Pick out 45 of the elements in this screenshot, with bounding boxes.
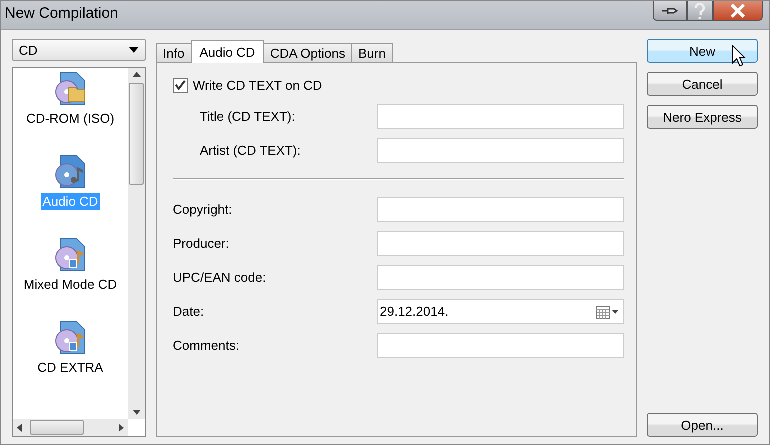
compilation-type-item[interactable]: CD-ROM (ISO) bbox=[24, 110, 117, 127]
checkbox[interactable] bbox=[173, 78, 188, 93]
field-label: Artist (CD TEXT): bbox=[200, 143, 301, 158]
tab[interactable]: CDA Options bbox=[263, 43, 352, 62]
scroll-up-icon[interactable] bbox=[132, 72, 140, 77]
dialog-button[interactable]: New bbox=[647, 39, 758, 63]
caret-icon bbox=[129, 47, 139, 53]
scroll-left-icon[interactable] bbox=[17, 424, 22, 432]
date-picker[interactable]: 29.12.2014. bbox=[377, 299, 624, 324]
window-title: New Compilation bbox=[5, 5, 118, 22]
input-field[interactable] bbox=[377, 265, 624, 290]
dialog-button[interactable]: Nero Express bbox=[647, 105, 758, 129]
pin-icon[interactable] bbox=[653, 1, 687, 21]
disc-document-icon bbox=[53, 238, 88, 272]
help-icon[interactable] bbox=[687, 1, 713, 21]
field-label: UPC/EAN code: bbox=[173, 270, 266, 285]
tab[interactable]: Info bbox=[156, 43, 192, 62]
open-button[interactable]: Open... bbox=[647, 413, 758, 437]
field-label: Producer: bbox=[173, 236, 230, 251]
compilation-type-item[interactable]: CD EXTRA bbox=[36, 359, 106, 376]
field-label: Title (CD TEXT): bbox=[200, 109, 296, 124]
checkbox-label: Write CD TEXT on CD bbox=[193, 78, 322, 93]
dialog-button[interactable]: Cancel bbox=[647, 72, 758, 96]
horizontal-scrollbar[interactable] bbox=[13, 419, 128, 436]
input-field[interactable] bbox=[377, 104, 624, 129]
vertical-scrollbar[interactable] bbox=[128, 68, 145, 419]
media-dropdown[interactable]: CD bbox=[12, 39, 146, 61]
mouse-cursor-icon bbox=[732, 45, 746, 67]
disc-document-icon bbox=[53, 72, 88, 106]
close-icon[interactable] bbox=[713, 1, 763, 21]
scroll-right-icon[interactable] bbox=[119, 424, 124, 432]
calendar-icon bbox=[596, 304, 620, 318]
input-field[interactable] bbox=[377, 197, 624, 222]
compilation-type-item[interactable]: Mixed Mode CD bbox=[22, 276, 120, 293]
scroll-down-icon[interactable] bbox=[132, 410, 140, 415]
tab[interactable]: Audio CD bbox=[190, 40, 264, 63]
disc-document-icon bbox=[53, 321, 88, 355]
field-label: Comments: bbox=[173, 338, 240, 353]
input-field[interactable] bbox=[377, 138, 624, 163]
input-field[interactable] bbox=[377, 333, 624, 358]
tab[interactable]: Burn bbox=[351, 43, 393, 62]
input-field[interactable] bbox=[377, 231, 624, 256]
field-label: Date: bbox=[173, 304, 204, 319]
disc-document-icon bbox=[53, 155, 88, 189]
field-label: Copyright: bbox=[173, 202, 232, 217]
